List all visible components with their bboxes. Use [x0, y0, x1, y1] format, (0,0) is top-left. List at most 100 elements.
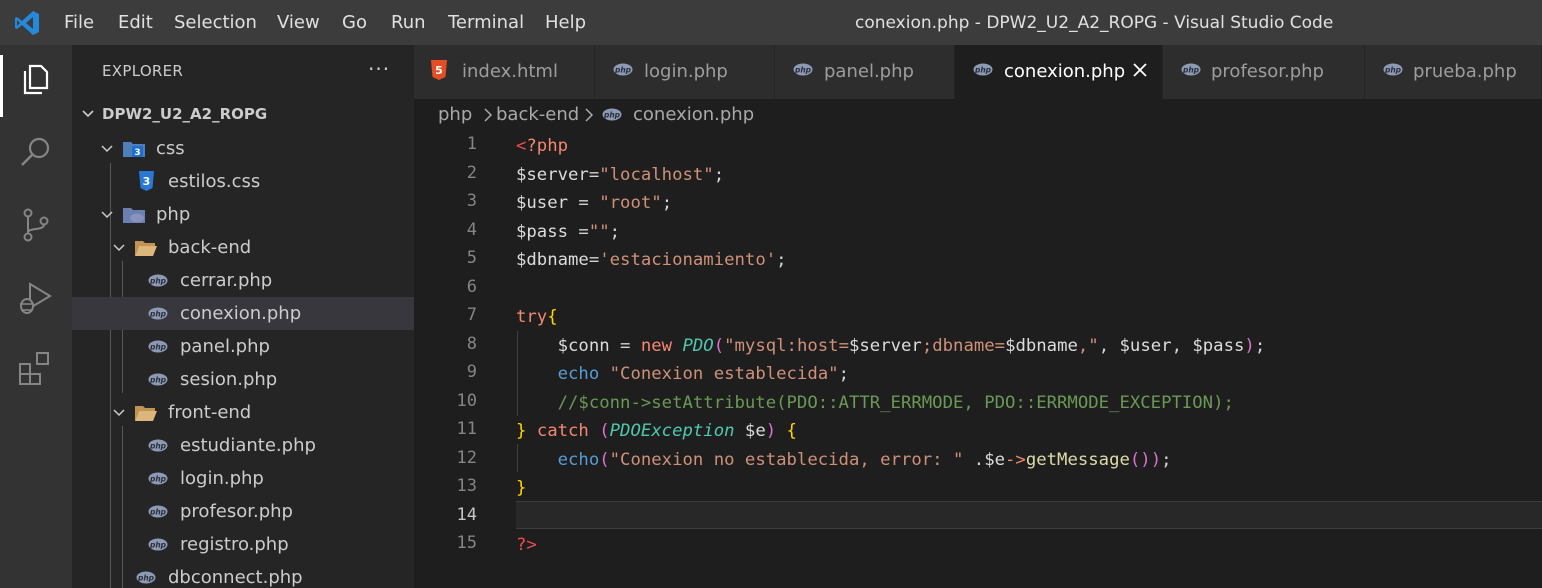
code-line[interactable]: 4 $pass ="";: [414, 218, 1542, 247]
php-icon: php: [973, 63, 993, 76]
tree-item-sesion-php[interactable]: php sesion.php: [72, 363, 414, 396]
code-line[interactable]: 11 } catch (PDOException $e) {: [414, 417, 1542, 446]
tree-item-conexion-php[interactable]: php conexion.php: [72, 297, 414, 330]
title-bar: File Edit Selection View Go Run Terminal…: [0, 0, 1542, 45]
code-line[interactable]: 14: [414, 503, 1542, 532]
code-editor[interactable]: 1 <?php 2 $server="localhost"; 3 $user = "roo…: [414, 131, 1542, 588]
code-text: $server="localhost";: [516, 164, 725, 185]
source-control-icon[interactable]: [16, 205, 56, 245]
code-line[interactable]: 10 //$conn->setAttribute(PDO::ATTR_ERRMO…: [414, 389, 1542, 418]
code-line[interactable]: 2 $server="localhost";: [414, 161, 1542, 190]
php-icon: php: [602, 108, 622, 121]
line-number: 2: [466, 162, 477, 183]
php-icon: php: [148, 340, 168, 353]
run-debug-icon[interactable]: [16, 278, 56, 318]
tab-profesor-php[interactable]: php profesor.php: [1163, 45, 1365, 99]
extensions-icon[interactable]: [16, 348, 56, 388]
folder-open-icon: [135, 406, 157, 421]
tree-item-estudiante-php[interactable]: php estudiante.php: [72, 429, 414, 462]
code-line[interactable]: 7 try{: [414, 303, 1542, 332]
tree-item-php-folder[interactable]: php: [72, 198, 414, 231]
menu-go[interactable]: Go: [342, 11, 367, 35]
code-text: $pass ="";: [516, 221, 621, 242]
svg-text:php: php: [1182, 66, 1200, 75]
tab-prueba-php[interactable]: php prueba.php: [1365, 45, 1542, 99]
line-number: 5: [466, 248, 477, 268]
tree-item-label: front-end: [168, 402, 252, 423]
tab-index-html[interactable]: 5 index.html: [414, 45, 595, 99]
tab-conexion-php[interactable]: php conexion.php: [955, 45, 1163, 99]
breadcrumb-item[interactable]: conexion.php: [633, 104, 754, 126]
code-line[interactable]: 1 <?php: [414, 132, 1542, 161]
breadcrumb-item[interactable]: back-end: [496, 104, 579, 126]
tree-item-registro-php[interactable]: php registro.php: [72, 528, 414, 561]
tree-item-label: cerrar.php: [180, 270, 273, 291]
svg-text:php: php: [149, 541, 167, 550]
tree-item-login-php[interactable]: php login.php: [72, 462, 414, 495]
explorer-icon[interactable]: [16, 59, 56, 99]
code-text: ?>: [516, 535, 537, 555]
php-icon: php: [148, 472, 168, 485]
code-text: echo("Conexion no establecida, error: " …: [557, 449, 1172, 470]
tree-item-panel-php[interactable]: php panel.php: [72, 330, 414, 363]
tree-item-label: panel.php: [180, 336, 270, 357]
html5-icon: 5: [431, 60, 447, 80]
code-line[interactable]: 5 $dbname='estacionamiento';: [414, 246, 1542, 275]
breadcrumb-item[interactable]: php: [438, 104, 472, 126]
root-folder[interactable]: DPW2_U2_A2_ROPG: [72, 104, 414, 132]
line-number: 11: [456, 419, 477, 439]
code-line[interactable]: 8 $conn = new PDO("mysql:host=$server;db…: [414, 332, 1542, 361]
active-indicator: [0, 55, 3, 117]
code-line[interactable]: 3 $user = "root";: [414, 189, 1542, 218]
search-icon[interactable]: [16, 132, 56, 172]
svg-text:5: 5: [435, 64, 443, 77]
tree-item-dbconnect-php[interactable]: php dbconnect.php: [72, 561, 414, 588]
tab-label: panel.php: [824, 61, 914, 82]
tree-item-css-folder[interactable]: 3 css: [72, 132, 414, 165]
code-text: } catch (PDOException $e) {: [516, 421, 797, 441]
tree-item-label: css: [156, 138, 185, 159]
window-title: conexion.php - DPW2_U2_A2_ROPG - Visual …: [855, 13, 1334, 33]
tab-login-php[interactable]: php login.php: [595, 45, 775, 99]
breadcrumb: php back-end php conexion.php: [414, 99, 1542, 131]
code-line[interactable]: 15 ?>: [414, 531, 1542, 560]
code-line[interactable]: 9 echo "Conexion establecida";: [414, 360, 1542, 389]
code-line[interactable]: 6: [414, 275, 1542, 304]
line-number: 7: [466, 305, 477, 325]
code-line[interactable]: 13}: [414, 474, 1542, 503]
line-number: 6: [466, 276, 477, 297]
line-number: 14: [456, 504, 477, 525]
line-number: 8: [466, 333, 477, 354]
tree-item-back-end-folder[interactable]: back-end: [72, 231, 414, 264]
menu-view[interactable]: View: [277, 11, 320, 35]
tab-label: conexion.php: [1004, 61, 1126, 82]
tree-item-front-end-folder[interactable]: front-end: [72, 396, 414, 429]
php-icon: php: [148, 373, 168, 386]
tab-label: index.html: [462, 61, 558, 82]
code-text: try{: [516, 307, 558, 327]
svg-text:3: 3: [134, 148, 140, 158]
menu-run[interactable]: Run: [391, 11, 426, 35]
svg-text:php: php: [149, 277, 167, 286]
chevron-down-icon: [101, 211, 113, 219]
svg-text:php: php: [149, 310, 167, 319]
tree-item-profesor-php[interactable]: php profesor.php: [72, 495, 414, 528]
menu-help[interactable]: Help: [545, 11, 586, 35]
tab-panel-php[interactable]: php panel.php: [775, 45, 955, 99]
close-icon[interactable]: [1131, 61, 1149, 79]
menu-edit[interactable]: Edit: [118, 11, 153, 35]
svg-text:php: php: [149, 442, 167, 451]
menu-terminal[interactable]: Terminal: [448, 11, 524, 35]
tree-item-cerrar-php[interactable]: php cerrar.php: [72, 264, 414, 297]
tree-item-label: registro.php: [180, 534, 289, 555]
menu-file[interactable]: File: [64, 11, 94, 35]
tree-item-estilos-css[interactable]: 3 estilos.css: [72, 165, 414, 198]
svg-text:php: php: [149, 343, 167, 352]
root-folder-label: DPW2_U2_A2_ROPG: [102, 105, 268, 123]
tab-label: prueba.php: [1413, 61, 1517, 82]
menu-selection[interactable]: Selection: [174, 11, 257, 35]
php-icon: php: [1181, 63, 1201, 76]
code-text: }: [516, 478, 527, 498]
more-actions-icon[interactable]: ···: [368, 57, 390, 81]
code-line[interactable]: 12 echo("Conexion no establecida, error:…: [414, 446, 1542, 475]
